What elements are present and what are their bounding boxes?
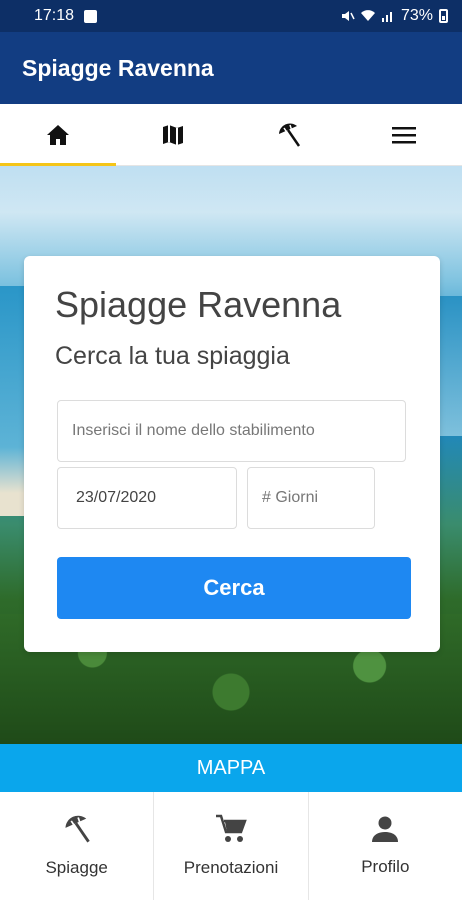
nav-profile[interactable]: Profilo (309, 792, 462, 900)
nav-bookings[interactable]: Prenotazioni (154, 792, 309, 900)
beach-umbrella-icon (278, 122, 300, 147)
card-title: Spiagge Ravenna (55, 284, 342, 325)
nav-beaches[interactable]: Spiagge (0, 792, 155, 900)
notification-icon (84, 9, 98, 23)
status-time: 17:18 (34, 7, 75, 24)
card-subtitle: Cerca la tua spiaggia (55, 342, 290, 370)
bottom-nav: Spiagge Prenotazioni Profilo (0, 792, 462, 900)
cart-icon (215, 814, 247, 842)
search-button[interactable]: Cerca (57, 557, 411, 619)
tab-menu[interactable] (347, 104, 462, 165)
person-icon (372, 816, 399, 842)
signal-icon (381, 12, 392, 22)
top-nav (0, 104, 462, 166)
days-input[interactable] (247, 467, 375, 529)
menu-icon (392, 126, 417, 143)
tab-home[interactable] (0, 104, 116, 166)
app-title: Spiagge Ravenna (22, 54, 214, 81)
nav-beaches-label: Spiagge (45, 858, 108, 877)
date-input[interactable] (57, 467, 237, 529)
mute-icon (341, 11, 355, 21)
map-button[interactable]: MAPPA (0, 744, 462, 792)
status-right: 73% (341, 7, 448, 25)
search-card: Spiagge Ravenna Cerca la tua spiaggia Ce… (24, 256, 440, 652)
status-bar: 17:18 73% (0, 0, 462, 32)
nav-bookings-label: Prenotazioni (183, 858, 279, 877)
map-label: MAPPA (196, 756, 266, 779)
map-icon (163, 124, 184, 145)
beach-umbrella-icon (65, 815, 90, 843)
app-bar: Spiagge Ravenna (0, 32, 462, 104)
wifi-icon (360, 10, 375, 21)
nav-profile-label: Profilo (361, 857, 410, 876)
battery-icon (439, 9, 448, 23)
establishment-name-input[interactable] (57, 400, 406, 462)
tab-map[interactable] (116, 104, 232, 165)
battery-percent: 73% (400, 7, 433, 24)
tab-beaches[interactable] (231, 104, 347, 165)
home-icon (46, 124, 69, 145)
